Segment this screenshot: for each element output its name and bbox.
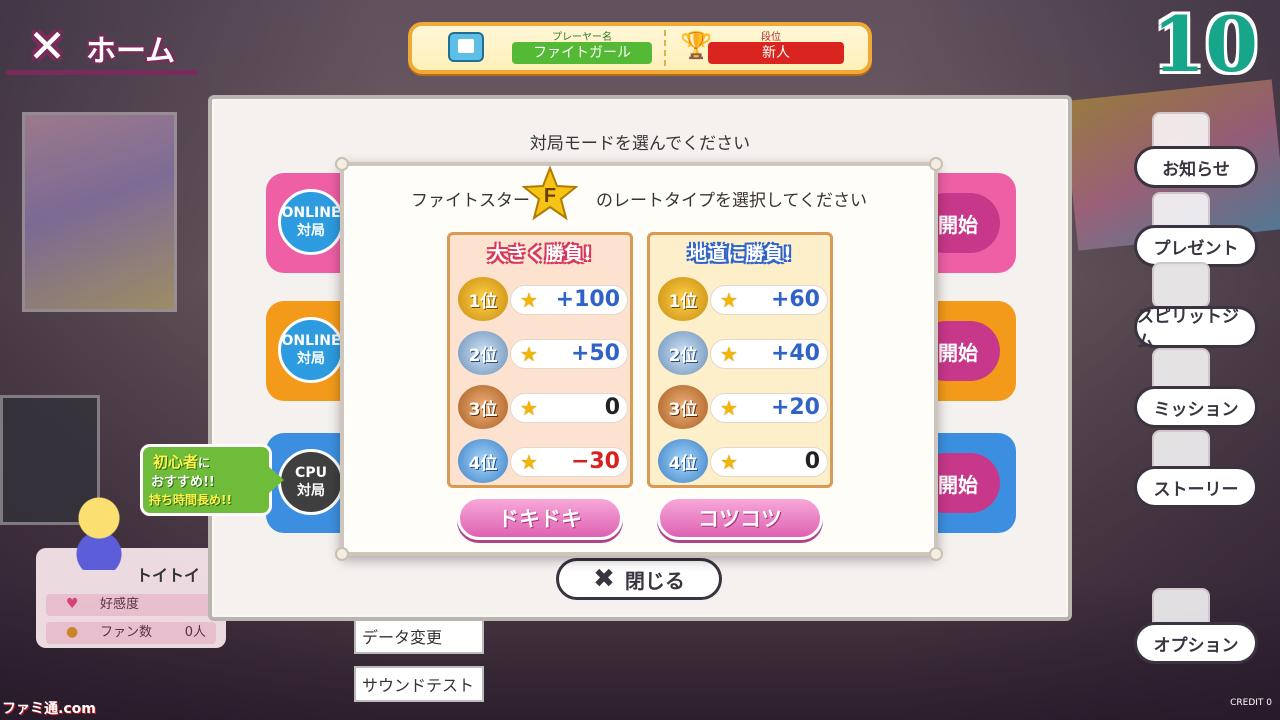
- rank-rate-value: +60: [770, 287, 820, 312]
- home-underline: [6, 70, 198, 75]
- rank-medal-3: 3位: [658, 385, 708, 429]
- online-badge-1: ONLINE 対局: [278, 189, 344, 255]
- rank-rate-value: +40: [770, 341, 820, 366]
- player-name-label: プレーヤー名: [552, 32, 612, 43]
- beginner-line2: おすすめ!!: [151, 475, 215, 490]
- fight-star-mini-icon: ★: [520, 396, 538, 420]
- fans-value: 0人: [184, 625, 206, 640]
- fight-star-mini-icon: ★: [520, 342, 538, 366]
- rank-rate-value: +20: [770, 395, 820, 420]
- present-button[interactable]: プレゼント: [1134, 225, 1258, 267]
- online-badge-line2: 対局: [297, 223, 325, 239]
- rank-value: 新人: [708, 42, 844, 64]
- beginner-recommend-badge: 初心者に おすすめ!! 持ち時間長め!!: [140, 444, 272, 516]
- online-badge-line1: ONLINE: [281, 332, 341, 349]
- close-label: 閉じる: [624, 568, 685, 593]
- rank-row: 1位 ★ +60: [658, 277, 828, 321]
- rank-row: 2位 ★ +50: [458, 331, 628, 375]
- watermark: ファミ通.com: [2, 701, 96, 717]
- character-sprite: [64, 490, 134, 570]
- cpu-badge: CPU 対局: [278, 449, 344, 515]
- heart-icon: ♥: [66, 596, 79, 612]
- rank-row: 4位 ★ −30: [458, 439, 628, 483]
- close-icon: ✖: [593, 564, 615, 594]
- rank-row: 1位 ★ +100: [458, 277, 628, 321]
- fight-star-icon: F: [522, 166, 578, 221]
- rank-medal-4: 4位: [658, 439, 708, 483]
- rate-type-dialog: ファイトスター のレートタイプを選択してください: [335, 157, 943, 561]
- home-label: ホーム: [86, 34, 176, 69]
- close-button[interactable]: ✖ 閉じる: [556, 558, 722, 600]
- mission-button[interactable]: ミッション: [1134, 386, 1258, 428]
- home-button[interactable]: ✕ ホーム: [6, 14, 202, 76]
- fans-label: ファン数: [100, 625, 153, 640]
- online-badge-line2: 対局: [297, 351, 325, 367]
- credit-counter: CREDIT 0: [1230, 698, 1272, 708]
- rank-row: 3位 ★ +20: [658, 385, 828, 429]
- corner-ornament: [335, 157, 349, 171]
- rate-option-big: 大きく勝負! 1位 ★ +100 2位 ★ +50 3位 ★ 0 4位 ★ −3…: [447, 232, 633, 488]
- dokidoki-button[interactable]: ドキドキ: [457, 496, 623, 540]
- rank-rate-value: +50: [570, 341, 620, 366]
- rank-rate-value: +100: [555, 287, 620, 312]
- rank-medal-1: 1位: [458, 277, 508, 321]
- rate-title-before: ファイトスター: [411, 191, 530, 211]
- story-button[interactable]: ストーリー: [1134, 466, 1258, 508]
- rate-dialog-title: ファイトスター のレートタイプを選択してください: [344, 186, 934, 211]
- fight-star-mini-icon: ★: [520, 288, 538, 312]
- cpu-badge-line2: 対局: [297, 483, 325, 499]
- online-badge-2: ONLINE 対局: [278, 317, 344, 383]
- character-name: トイトイ: [136, 566, 201, 585]
- rate-option-steady-heading: 地道に勝負!: [688, 243, 792, 265]
- player-name-value: ファイトガール: [512, 42, 652, 64]
- affection-label: 好感度: [100, 597, 140, 612]
- news-button[interactable]: お知らせ: [1134, 146, 1258, 188]
- kotsukotsu-button[interactable]: コツコツ: [657, 496, 823, 540]
- corner-ornament: [929, 547, 943, 561]
- rank-rate-value: −30: [570, 449, 620, 474]
- spirit-gym-button[interactable]: スピリットジム: [1134, 306, 1258, 352]
- player-info-panel: プレーヤー名 ファイトガール 🏆 段位 新人: [408, 22, 872, 74]
- fight-star-mini-icon: ★: [520, 450, 538, 474]
- rank-medal-2: 2位: [458, 331, 508, 375]
- beginner-line1: 初心者に: [153, 453, 211, 471]
- rank-row: 2位 ★ +40: [658, 331, 828, 375]
- fight-star-mini-icon: ★: [720, 450, 738, 474]
- rate-title-after: のレートタイプを選択してください: [596, 191, 867, 211]
- mode-dialog-title: 対局モードを選んでください: [529, 134, 751, 154]
- rank-rate-value: 0: [604, 395, 620, 420]
- rate-option-big-heading: 大きく勝負!: [488, 243, 592, 265]
- rank-row: 4位 ★ 0: [658, 439, 828, 483]
- option-button[interactable]: オプション: [1134, 622, 1258, 664]
- fight-star-mini-icon: ★: [720, 396, 738, 420]
- panel-divider: [664, 30, 666, 66]
- data-change-button[interactable]: データ変更: [354, 618, 484, 654]
- corner-ornament: [335, 547, 349, 561]
- rate-option-steady: 地道に勝負! 1位 ★ +60 2位 ★ +40 3位 ★ +20 4位 ★ 0: [647, 232, 833, 488]
- corner-ornament: [929, 157, 943, 171]
- cpu-badge-line1: CPU: [295, 464, 327, 481]
- rank-rate-value: 0: [804, 449, 820, 474]
- player-card-icon: [448, 32, 484, 62]
- rank-row: 3位 ★ 0: [458, 385, 628, 429]
- rank-medal-4: 4位: [458, 439, 508, 483]
- beginner-line3: 持ち時間長め!!: [149, 493, 232, 507]
- fan-mascot-icon: ●: [66, 624, 79, 640]
- rank-medal-1: 1位: [658, 277, 708, 321]
- fight-star-letter: F: [544, 185, 556, 207]
- countdown-timer: 10: [1152, 0, 1258, 89]
- online-badge-line1: ONLINE: [281, 204, 341, 221]
- fight-star-mini-icon: ★: [720, 288, 738, 312]
- sound-test-button[interactable]: サウンドテスト: [354, 666, 484, 702]
- rank-label: 段位: [761, 32, 781, 43]
- fight-star-mini-icon: ★: [720, 342, 738, 366]
- rank-medal-2: 2位: [658, 331, 708, 375]
- beginner-badge-pointer: [268, 466, 284, 494]
- rank-medal-3: 3位: [458, 385, 508, 429]
- home-logo-icon: ✕: [27, 19, 67, 73]
